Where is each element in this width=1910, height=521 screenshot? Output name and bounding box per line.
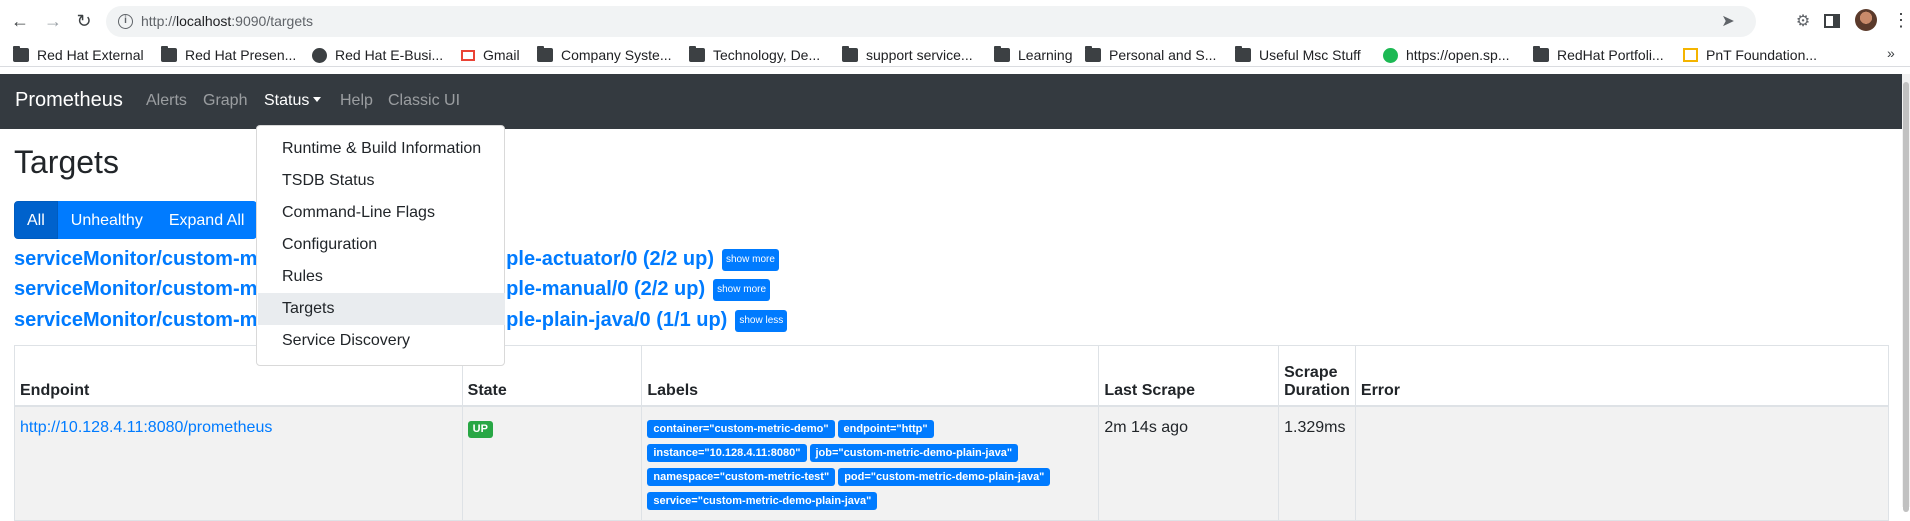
bookmark-item[interactable]: support service... (842, 45, 973, 65)
endpoint-link[interactable]: http://10.128.4.11:8080/prometheus (20, 419, 272, 436)
url-text[interactable]: http://localhost:9090/targets (141, 13, 313, 29)
label-badge: job="custom-metric-demo-plain-java" (809, 443, 1019, 462)
state-badge: UP (467, 420, 493, 438)
bookmark-item[interactable]: Red Hat External (13, 45, 144, 65)
address-bar[interactable]: i http://localhost:9090/targets ➤ ☆ (106, 6, 1874, 37)
bookmark-item[interactable]: Technology, De... (689, 45, 820, 65)
label-badge: instance="10.128.4.11:8080" (647, 443, 807, 462)
folder-icon (689, 46, 705, 62)
folder-icon (994, 46, 1010, 62)
labels-cell: container="custom-metric-demo" endpoint="… (641, 405, 1100, 521)
folder-icon (13, 46, 29, 62)
page-scrollbar[interactable] (1902, 74, 1910, 512)
folder-icon (842, 46, 858, 62)
label-badge: container="custom-metric-demo" (647, 419, 835, 438)
scrape-duration-cell: 1.329ms (1278, 405, 1356, 521)
menu-item-rules[interactable]: Rules (258, 261, 505, 293)
col-scrape-duration: Scrape Duration (1278, 345, 1356, 407)
col-last-scrape: Last Scrape (1098, 345, 1280, 407)
folder-icon (537, 46, 553, 62)
col-labels: Labels (641, 345, 1100, 407)
folder-icon (1085, 46, 1101, 62)
nav-graph[interactable]: Graph (203, 92, 247, 110)
bookmark-item[interactable]: Red Hat E-Busi... (312, 45, 443, 65)
last-scrape-cell: 2m 14s ago (1098, 405, 1280, 521)
scrollbar-thumb[interactable] (1903, 82, 1909, 512)
show-more-button[interactable]: show more (722, 249, 779, 271)
label-badge: endpoint="http" (837, 419, 934, 438)
targets-table: Endpoint State Labels Last Scrape Scrape… (14, 345, 1890, 521)
nav-alerts[interactable]: Alerts (146, 92, 187, 110)
show-more-button[interactable]: show more (713, 279, 771, 301)
show-less-button[interactable]: show less (735, 310, 788, 332)
bookmarks-overflow-button[interactable]: » (1887, 45, 1895, 61)
side-panel-icon[interactable] (1822, 11, 1842, 31)
reload-icon[interactable]: ↻ (73, 10, 95, 32)
label-badge: namespace="custom-metric-test" (647, 467, 836, 486)
menu-item-targets[interactable]: Targets (258, 293, 505, 325)
back-arrow-icon[interactable]: ← (9, 10, 31, 32)
endpoint-cell: http://10.128.4.11:8080/prometheus (14, 405, 463, 521)
bookmark-item[interactable]: Gmail (461, 45, 520, 65)
state-cell: UP (461, 405, 643, 521)
menu-item-tsdb-status[interactable]: TSDB Status (258, 165, 505, 197)
caret-down-icon (313, 97, 322, 102)
expand-all-button[interactable]: Expand All (155, 201, 258, 239)
prometheus-navbar: Prometheus Alerts Graph Status Help Clas… (0, 74, 1902, 129)
label-badge: pod="custom-metric-demo-plain-java" (838, 467, 1051, 486)
target-filter-group: All Unhealthy Expand All (14, 201, 258, 239)
bookmark-item[interactable]: Red Hat Presen... (161, 45, 296, 65)
folder-icon (1235, 46, 1251, 62)
send-tab-icon[interactable]: ➤ (1718, 12, 1738, 32)
forward-arrow-icon[interactable]: → (42, 10, 64, 32)
page-title: Targets (14, 144, 119, 180)
nav-status-label: Status (264, 92, 310, 109)
bookmark-item[interactable]: RedHat Portfoli... (1533, 45, 1664, 65)
nav-status-toggle[interactable]: Status (264, 92, 322, 110)
bookmarks-bar: Red Hat External Red Hat Presen... Red H… (0, 43, 1910, 67)
bookmark-item[interactable]: Company Syste... (537, 45, 672, 65)
nav-classic-ui[interactable]: Classic UI (388, 92, 460, 110)
bookmark-item[interactable]: Learning (994, 45, 1073, 65)
col-error: Error (1354, 345, 1890, 407)
menu-item-service-discovery[interactable]: Service Discovery (258, 325, 505, 357)
filter-all-button[interactable]: All (14, 201, 58, 239)
menu-item-configuration[interactable]: Configuration (258, 229, 505, 261)
folder-icon (1533, 46, 1549, 62)
browser-toolbar: ← → ↻ i http://localhost:9090/targets ➤ … (0, 0, 1910, 43)
site-info-icon[interactable]: i (118, 14, 133, 29)
spotify-icon (1383, 47, 1398, 63)
nav-help[interactable]: Help (340, 92, 373, 110)
bookmark-item[interactable]: PnT Foundation... (1683, 45, 1817, 65)
error-cell (1354, 405, 1890, 521)
globe-icon (312, 47, 327, 63)
bookmark-item[interactable]: https://open.sp... (1383, 45, 1510, 65)
brand-link[interactable]: Prometheus (15, 89, 123, 112)
folder-icon (161, 46, 177, 62)
table-row: http://10.128.4.11:8080/prometheus UP co… (14, 405, 1890, 521)
menu-item-runtime-build-info[interactable]: Runtime & Build Information (258, 133, 505, 165)
extensions-puzzle-icon[interactable]: ⚙ (1793, 11, 1813, 31)
status-dropdown-menu: Runtime & Build Information TSDB Status … (256, 125, 505, 366)
menu-item-command-line-flags[interactable]: Command-Line Flags (258, 197, 505, 229)
profile-avatar[interactable] (1855, 9, 1877, 31)
bookmark-item[interactable]: Personal and S... (1085, 45, 1216, 65)
pnt-icon (1683, 48, 1698, 62)
gmail-icon (461, 49, 475, 61)
filter-unhealthy-button[interactable]: Unhealthy (57, 201, 156, 239)
bookmark-item[interactable]: Useful Msc Stuff (1235, 45, 1361, 65)
browser-menu-icon[interactable]: ⋮ (1892, 9, 1910, 31)
